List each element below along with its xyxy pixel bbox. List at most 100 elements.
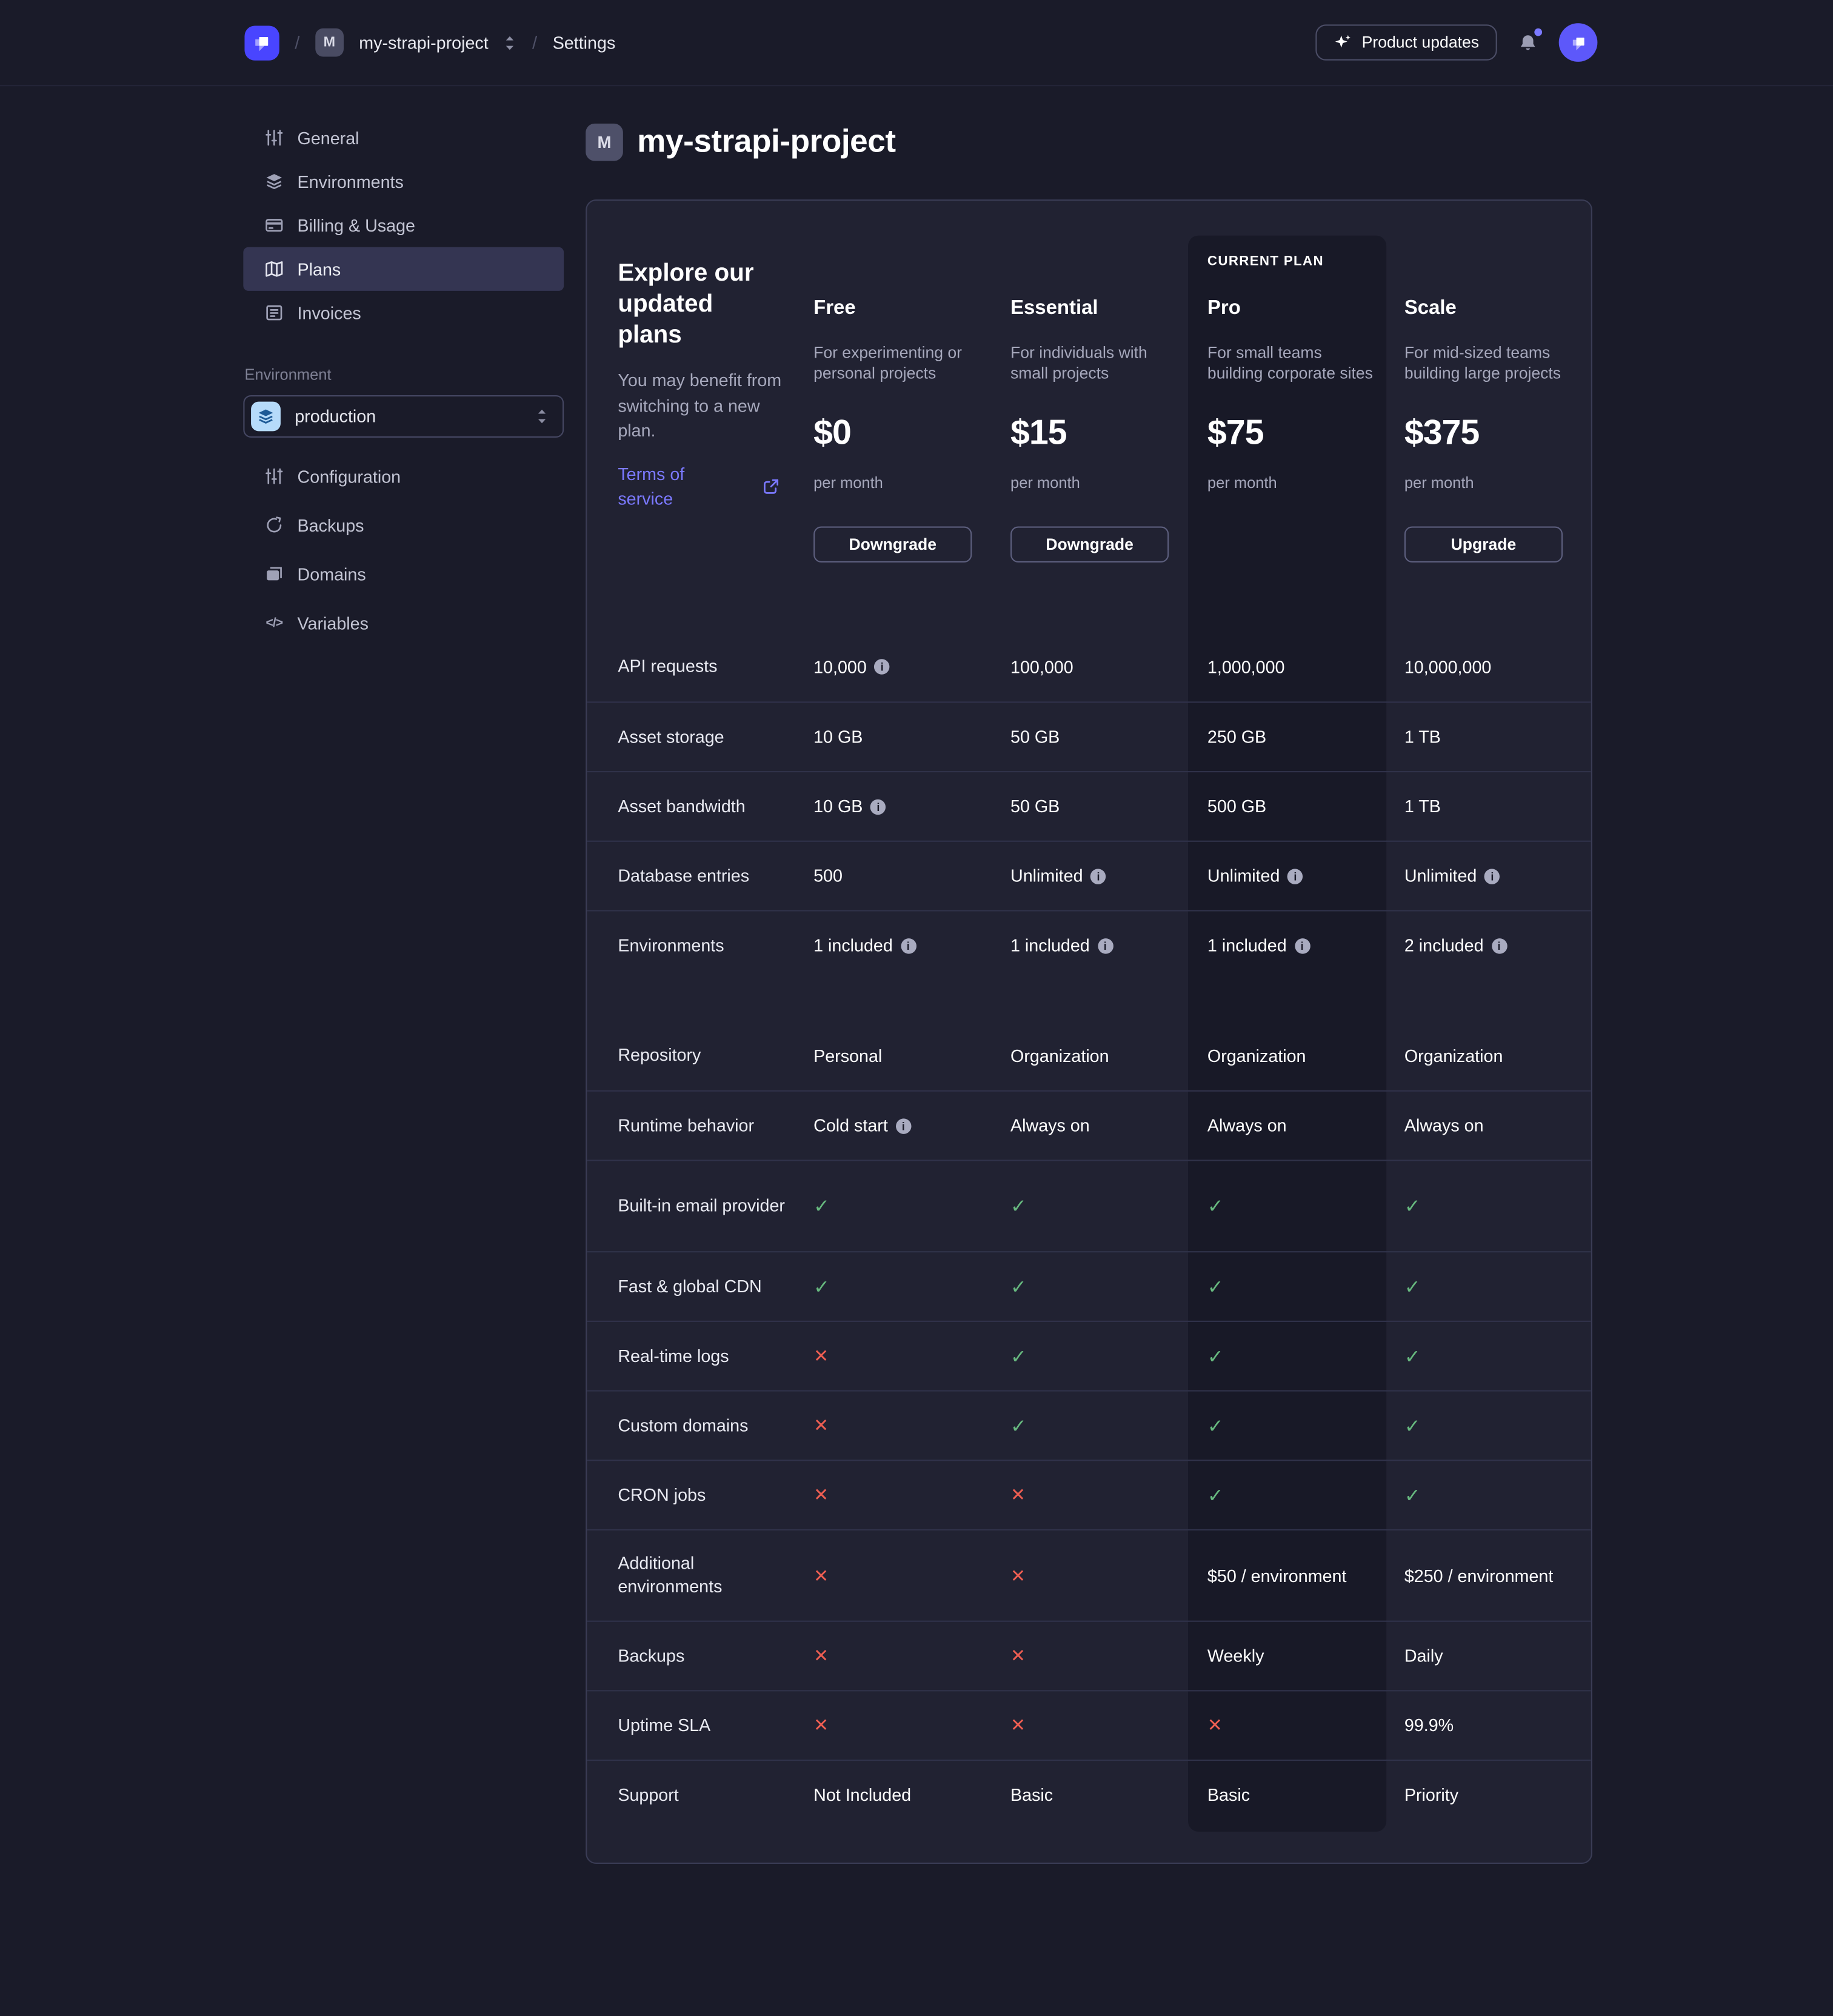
info-icon[interactable]: i [870,799,886,814]
feature-label: Repository [587,1044,786,1067]
check-mark-icon: ✓ [1404,1195,1421,1218]
feature-value-cell: $50 / environment [1188,1566,1385,1585]
feature-value-cell: Not Included [794,1785,991,1804]
feature-value: 99.9% [1404,1716,1454,1735]
plan-price: $375 [1404,413,1479,453]
table-row: Environments1 includedi1 includedi1 incl… [587,910,1591,980]
upgrade-button[interactable]: Upgrade [1404,527,1563,562]
breadcrumb-settings[interactable]: Settings [553,33,616,52]
sidebar-item-invoices[interactable]: Invoices [243,291,564,335]
plans-intro-subtitle: You may benefit from switching to a new … [618,368,787,443]
info-icon[interactable]: i [1090,868,1106,883]
feature-value-cell: Always on [1385,1116,1591,1135]
sidebar-item-variables[interactable]: </> Variables [243,601,564,645]
check-mark-icon: ✓ [1010,1275,1027,1298]
user-avatar[interactable] [1559,23,1598,62]
downgrade-button[interactable]: Downgrade [813,527,972,562]
product-updates-button[interactable]: Product updates [1315,24,1497,60]
feature-value-cell: 50 GB [991,727,1188,747]
plan-column-pro: CURRENT PLANProFor small teams building … [1188,201,1385,632]
info-icon[interactable]: i [1484,868,1500,883]
sidebar-item-billing-usage[interactable]: Billing & Usage [243,204,564,247]
folder-icon [265,565,283,583]
feature-label: Additional environments [587,1552,786,1598]
feature-value: Always on [1207,1116,1287,1135]
feature-value-cell: 10 GB [794,727,991,747]
cross-mark-icon: ✕ [813,1564,829,1586]
info-icon[interactable]: i [1287,868,1303,883]
feature-value: 1 included [813,936,893,955]
strapi-logo[interactable] [244,25,279,59]
table-row: Built-in email provider✓✓✓✓ [587,1160,1591,1251]
sidebar-item-label: Backups [298,516,364,535]
info-icon[interactable]: i [896,1118,911,1133]
feature-value-cell: ✓ [991,1414,1188,1437]
sidebar-item-environments[interactable]: Environments [243,159,564,203]
feature-value: Cold start [813,1116,888,1135]
unfold-chevrons-icon [535,408,548,425]
feature-value-cell: ✕ [794,1564,991,1586]
table-row: Runtime behavior Cold start i Always on Alwa… [587,1090,1591,1160]
plan-column-scale: ScaleFor mid-sized teams building large … [1385,201,1591,632]
feature-label: Runtime behavior [587,1114,786,1137]
check-mark-icon: ✓ [1207,1275,1224,1298]
feature-value-cell: ✓ [1385,1483,1591,1506]
feature-value-cell: 500 GB [1188,797,1385,816]
info-icon[interactable]: i [1098,938,1113,953]
sidebar-item-plans[interactable]: Plans [243,247,564,291]
sliders-icon [265,467,283,486]
current-plan-badge: CURRENT PLAN [1207,253,1324,269]
plan-column-essential: EssentialFor individuals with small proj… [991,201,1188,632]
table-row: Asset storage10 GB50 GB250 GB1 TB [587,701,1591,771]
sidebar-item-general[interactable]: General [243,116,564,159]
feature-value-cell: ✓ [794,1275,991,1298]
downgrade-button[interactable]: Downgrade [1010,527,1169,562]
feature-value: 500 GB [1207,797,1266,816]
breadcrumb-separator: / [295,32,299,53]
feature-value-cell: 250 GB [1188,727,1385,747]
feature-value: 50 GB [1010,727,1060,747]
info-icon[interactable]: i [875,659,890,674]
plan-name: Scale [1404,298,1457,321]
feature-value: 1 TB [1404,797,1441,816]
sidebar-item-configuration[interactable]: Configuration [243,455,564,498]
table-row: CRON jobs✕✕✓✓ [587,1460,1591,1529]
sidebar-item-label: Invoices [298,303,361,322]
notifications-button[interactable] [1518,32,1538,53]
feature-value-cell: Weekly [1188,1646,1385,1666]
feature-label: Environments [587,934,786,957]
feature-value: 250 GB [1207,727,1266,747]
check-mark-icon: ✓ [1404,1414,1421,1437]
feature-value: Always on [1404,1116,1484,1135]
feature-value-cell: ✓ [1385,1275,1591,1298]
map-icon [265,260,283,278]
sidebar-item-backups[interactable]: Backups [243,503,564,547]
feature-value-cell: 500 [794,866,991,886]
feature-label: Support [587,1783,786,1806]
settings-sidebar: General Environments Billing & Usage [243,86,564,1980]
info-icon[interactable]: i [1491,938,1506,953]
terms-of-service-link[interactable]: Terms of service [618,461,780,512]
sidebar-item-domains[interactable]: Domains [243,552,564,596]
invoice-icon [265,304,283,322]
plans-card: Explore our updated plans You may benefi… [586,199,1592,1864]
feature-value: Basic [1207,1785,1250,1804]
plan-period: per month [1207,473,1277,492]
environment-select[interactable]: production [243,395,564,438]
info-icon[interactable]: i [901,938,916,953]
credit-card-icon [265,216,283,235]
info-icon[interactable]: i [1294,938,1309,953]
table-section-spacer [587,980,1591,1021]
breadcrumb: / M my-strapi-project / Settings [244,25,615,59]
breadcrumb-project-name[interactable]: my-strapi-project [359,33,488,52]
table-row: RepositoryPersonalOrganizationOrganizati… [587,1021,1591,1090]
feature-label: Fast & global CDN [587,1275,786,1298]
check-mark-icon: ✓ [1404,1275,1421,1298]
feature-value: 1 included [1207,936,1287,955]
feature-value-cell: 1 includedi [991,936,1188,955]
project-switcher-button[interactable] [504,34,516,51]
external-link-icon [762,478,780,496]
cross-mark-icon: ✕ [813,1715,829,1737]
feature-label: Custom domains [587,1414,786,1437]
feature-label: Asset storage [587,726,786,749]
